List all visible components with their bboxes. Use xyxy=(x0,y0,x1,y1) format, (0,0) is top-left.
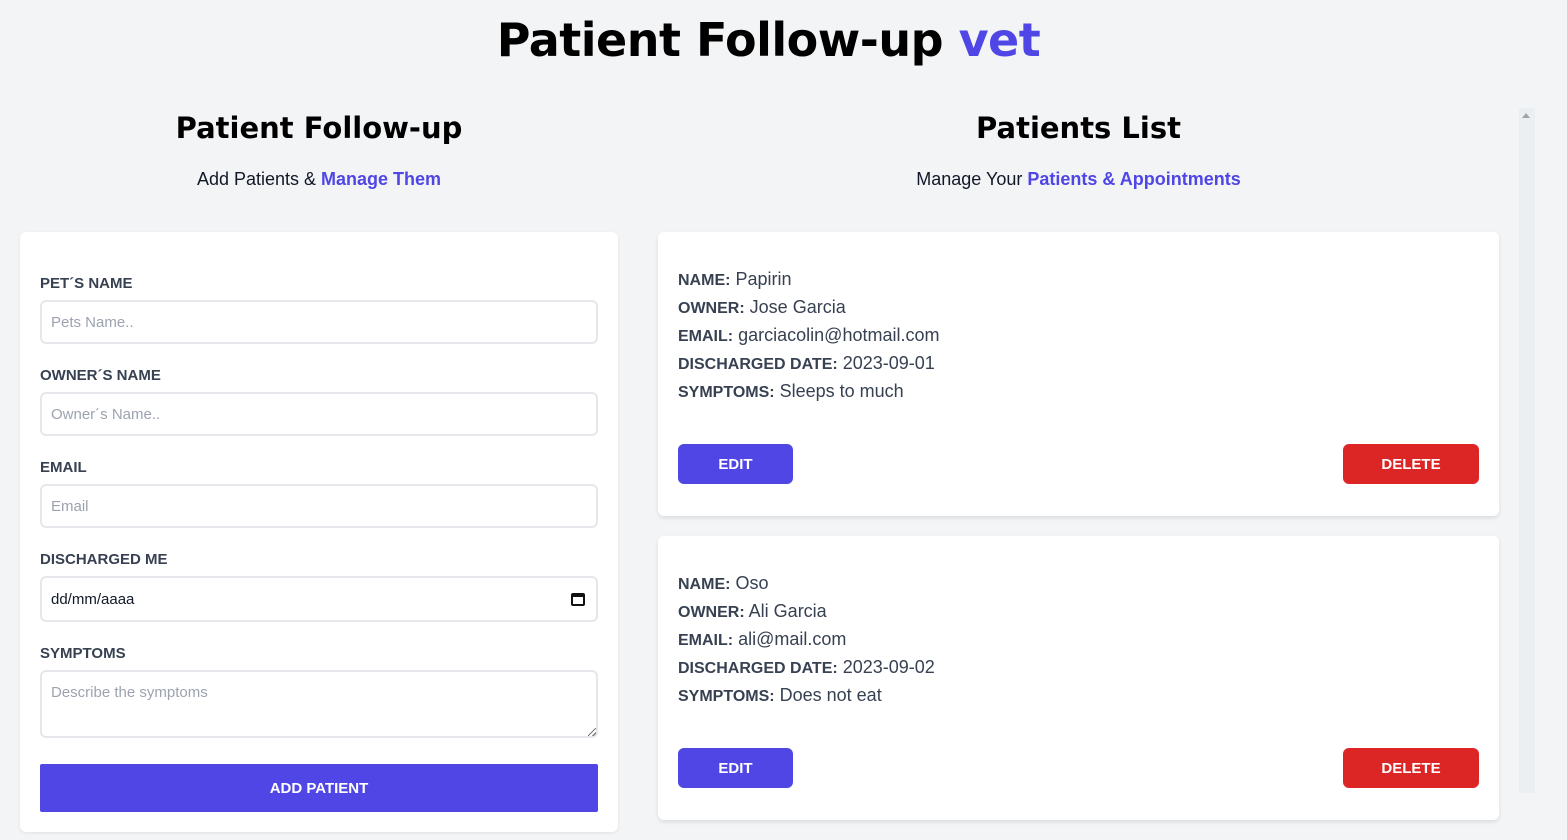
name-key: NAME: xyxy=(678,576,731,593)
patient-email: garciacolin@hotmail.com xyxy=(738,325,940,345)
list-subtitle: Manage Your Patients & Appointments xyxy=(658,167,1499,191)
patient-discharged-line: DISCHARGED DATE: 2023-09-01 xyxy=(678,349,935,379)
symptoms-textarea[interactable] xyxy=(40,670,598,738)
owner-key: OWNER: xyxy=(678,604,745,621)
add-patient-button[interactable]: ADD PATIENT xyxy=(40,764,598,812)
patient-email: ali@mail.com xyxy=(738,629,847,649)
patient-symptoms-line: SYMPTOMS: Sleeps to much xyxy=(678,377,904,407)
patient-owner: Ali Garcia xyxy=(748,601,827,621)
title-main: Patient Follow-up xyxy=(496,13,944,67)
patient-email-line: EMAIL: ali@mail.com xyxy=(678,625,846,655)
owner-name-input[interactable] xyxy=(40,392,598,436)
form-subtitle: Add Patients & Manage Them xyxy=(20,167,618,191)
patient-form: PET´S NAME OWNER´S NAME EMAIL DISCHARGED… xyxy=(20,232,618,832)
resize-handle-icon[interactable] xyxy=(588,728,596,736)
form-heading: Patient Follow-up xyxy=(175,111,463,145)
owner-key: OWNER: xyxy=(678,300,745,317)
page-title: Patient Follow-up vet xyxy=(0,10,1537,70)
patient-owner: Jose Garcia xyxy=(749,297,846,317)
patients-list: NAME: Papirin OWNER: Jose Garcia EMAIL: … xyxy=(658,232,1499,840)
delete-button[interactable]: DELETE xyxy=(1343,444,1479,484)
discharged-key: DISCHARGED DATE: xyxy=(678,660,838,677)
patient-name: Oso xyxy=(735,573,769,593)
pet-name-input[interactable] xyxy=(40,300,598,344)
owner-name-label: OWNER´S NAME xyxy=(40,367,161,384)
patient-name: Papirin xyxy=(735,269,792,289)
patient-discharged-line: DISCHARGED DATE: 2023-09-02 xyxy=(678,653,935,683)
symptoms-key: SYMPTOMS: xyxy=(678,384,775,401)
email-key: EMAIL: xyxy=(678,632,734,649)
patient-owner-line: OWNER: Ali Garcia xyxy=(678,597,827,627)
edit-button[interactable]: EDIT xyxy=(678,748,793,788)
patient-discharged: 2023-09-02 xyxy=(842,657,935,677)
patient-owner-line: OWNER: Jose Garcia xyxy=(678,293,846,323)
patient-symptoms: Sleeps to much xyxy=(779,381,904,401)
symptoms-key: SYMPTOMS: xyxy=(678,688,775,705)
add-patient-label: ADD PATIENT xyxy=(269,780,369,797)
delete-button[interactable]: DELETE xyxy=(1343,748,1479,788)
calendar-icon[interactable] xyxy=(571,592,585,606)
form-subtitle-plain: Add Patients & xyxy=(196,169,317,189)
patient-name-line: NAME: Papirin xyxy=(678,265,791,295)
patient-discharged: 2023-09-01 xyxy=(842,353,935,373)
email-input[interactable] xyxy=(40,484,598,528)
list-subtitle-accent: Patients & Appointments xyxy=(1027,169,1241,189)
form-subtitle-accent: Manage Them xyxy=(321,169,442,189)
discharged-date-input[interactable]: dd/mm/aaaa xyxy=(40,576,598,622)
scroll-up-arrow-icon[interactable] xyxy=(1522,113,1530,118)
symptoms-label: SYMPTOMS xyxy=(40,645,126,662)
patient-email-line: EMAIL: garciacolin@hotmail.com xyxy=(678,321,939,351)
discharged-label: DISCHARGED ME xyxy=(40,551,168,568)
patient-name-line: NAME: Oso xyxy=(678,569,768,599)
discharged-key: DISCHARGED DATE: xyxy=(678,356,838,373)
title-accent: vet xyxy=(958,13,1041,67)
patient-symptoms-line: SYMPTOMS: Does not eat xyxy=(678,681,882,711)
patient-symptoms: Does not eat xyxy=(779,685,882,705)
name-key: NAME: xyxy=(678,272,731,289)
patient-card: NAME: Papirin OWNER: Jose Garcia EMAIL: … xyxy=(658,232,1499,516)
email-key: EMAIL: xyxy=(678,328,734,345)
list-scrollbar[interactable] xyxy=(1519,108,1535,793)
edit-button[interactable]: EDIT xyxy=(678,444,793,484)
patient-card: NAME: Oso OWNER: Ali Garcia EMAIL: ali@m… xyxy=(658,536,1499,820)
list-subtitle-plain: Manage Your xyxy=(916,169,1023,189)
pet-name-label: PET´S NAME xyxy=(40,275,133,292)
list-heading: Patients List xyxy=(976,111,1181,145)
email-label: EMAIL xyxy=(40,459,87,476)
date-value: dd/mm/aaaa xyxy=(51,590,135,608)
